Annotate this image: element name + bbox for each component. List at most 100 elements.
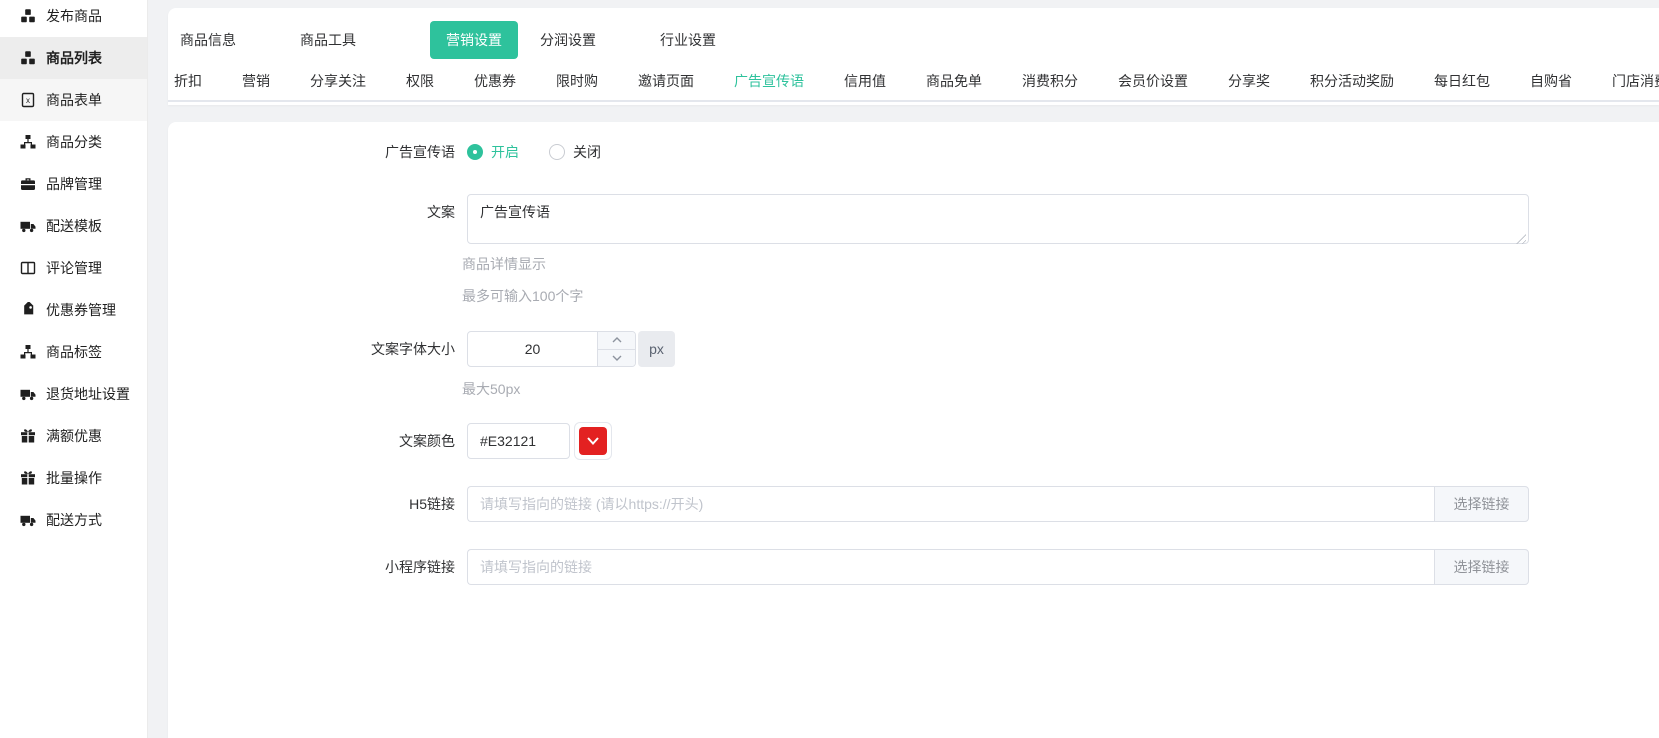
radio-label: 关闭 [573,142,601,162]
sidebar-item-10[interactable]: 退货地址设置 [0,373,147,415]
sub-tab-16[interactable]: 自购省 [1530,71,1572,100]
sub-tab-15[interactable]: 每日红包 [1434,71,1490,100]
sub-tab-9[interactable]: 信用值 [844,71,886,100]
tab-active-button[interactable]: 营销设置 [430,21,518,59]
sidebar-item-label: 发布商品 [46,6,102,26]
radio-icon [549,144,565,160]
sidebar-item-6[interactable]: 配送模板 [0,205,147,247]
sub-tab-1[interactable]: 折扣 [174,71,202,100]
main-tab-2[interactable]: 商品工具 [300,30,420,50]
copy-textarea[interactable]: 广告宣传语 [467,194,1529,244]
main-tab-1[interactable]: 商品信息 [180,30,300,50]
color-swatch [579,427,607,455]
sub-tab-10[interactable]: 商品免单 [926,71,982,100]
sidebar-item-5[interactable]: 品牌管理 [0,163,147,205]
sidebar-item-4[interactable]: 商品分类 [0,121,147,163]
slogan-radio-1[interactable]: 开启 [467,142,519,162]
font-size-stepper: 20 [467,331,636,367]
form-panel: 广告宣传语 开启 关闭 文案 广告宣传语 商品详情显示 最多可输入100个字 文案… [168,122,1659,738]
slogan-switch-row: 广告宣传语 开启 关闭 [168,138,1529,166]
truck-icon [20,218,36,234]
sidebar-item-label: 商品标签 [46,342,102,362]
sidebar-item-9[interactable]: 商品标签 [0,331,147,373]
unit-suffix: px [638,331,675,367]
sub-tab-7[interactable]: 邀请页面 [638,71,694,100]
sub-tab-6[interactable]: 限时购 [556,71,598,100]
font-size-help: 最大50px [462,379,520,399]
sidebar: 发布商品商品列表 x 商品表单商品分类品牌管理配送模板评论管理优惠券管理商品标签退货… [0,0,148,738]
chevron-up-icon [612,337,622,343]
sidebar-menu: 发布商品商品列表 x 商品表单商品分类品牌管理配送模板评论管理优惠券管理商品标签退货… [0,0,147,541]
sub-tab-4[interactable]: 权限 [406,71,434,100]
sidebar-item-label: 商品分类 [46,132,102,152]
sidebar-item-7[interactable]: 评论管理 [0,247,147,289]
file-x-icon: x [20,92,36,108]
h5-link-label: H5链接 [168,494,467,514]
gift-icon [20,428,36,444]
truck-icon [20,386,36,402]
color-label: 文案颜色 [168,431,467,451]
radio-icon [467,144,483,160]
slogan-radio-group: 开启 关闭 [467,142,601,162]
slogan-switch-label: 广告宣传语 [168,142,467,162]
miniprogram-select-link-button[interactable]: 选择链接 [1434,549,1529,585]
sidebar-item-3[interactable]: x 商品表单 [0,79,147,121]
chevron-down-icon [612,355,622,361]
svg-text:x: x [26,96,30,105]
color-value-input[interactable] [467,423,570,459]
sidebar-item-1[interactable]: 发布商品 [0,0,147,37]
sidebar-item-label: 满额优惠 [46,426,102,446]
miniprogram-link-input[interactable] [467,549,1434,585]
h5-link-input[interactable] [467,486,1434,522]
sub-tab-2[interactable]: 营销 [242,71,270,100]
sub-tab-5[interactable]: 优惠券 [474,71,516,100]
sidebar-item-13[interactable]: 配送方式 [0,499,147,541]
sub-tab-14[interactable]: 积分活动奖励 [1310,71,1394,100]
sidebar-item-label: 退货地址设置 [46,384,130,404]
h5-link-row: H5链接 选择链接 [168,486,1529,522]
sidebar-item-8[interactable]: 优惠券管理 [0,289,147,331]
chevron-down-icon [587,437,599,445]
cubes-icon [20,8,36,24]
main-tab-5[interactable]: 行业设置 [660,30,780,50]
sidebar-item-label: 商品表单 [46,90,102,110]
step-up-button[interactable] [598,332,635,349]
sidebar-item-label: 配送模板 [46,216,102,236]
gift-icon [20,470,36,486]
copy-text-row: 文案 广告宣传语 [168,194,1529,247]
main-tab-3[interactable]: 营销设置 [420,21,540,59]
miniprogram-link-label: 小程序链接 [168,557,467,577]
sub-tab-3[interactable]: 分享关注 [310,71,366,100]
sidebar-item-label: 批量操作 [46,468,102,488]
step-down-button[interactable] [598,349,635,367]
sidebar-item-11[interactable]: 满额优惠 [0,415,147,457]
radio-label: 开启 [491,142,519,162]
sub-tab-12[interactable]: 会员价设置 [1118,71,1188,100]
sub-tab-11[interactable]: 消费积分 [1022,71,1078,100]
sub-tab-13[interactable]: 分享奖 [1228,71,1270,100]
copy-help-maxlen: 最多可输入100个字 [462,286,583,306]
color-row: 文案颜色 [168,422,1529,460]
sidebar-item-label: 优惠券管理 [46,300,116,320]
sub-tab-17[interactable]: 门店消费 [1612,71,1659,100]
copy-text-label: 文案 [168,194,467,222]
sub-tab-8[interactable]: 广告宣传语 [734,71,804,100]
color-picker-trigger[interactable] [574,422,612,460]
sub-tabs: 折扣 营销 分享关注 权限 优惠券 限时购 邀请页面 广告宣传语 信用值 商品免单 消费积分 会员价设… [168,71,1659,102]
h5-select-link-button[interactable]: 选择链接 [1434,486,1529,522]
main-tab-4[interactable]: 分润设置 [540,30,660,50]
main-tabs: 商品信息商品工具营销设置 分润设置行业设置 [168,22,1659,58]
slogan-radio-2[interactable]: 关闭 [549,142,601,162]
copy-help-display: 商品详情显示 [462,254,546,274]
sidebar-item-2[interactable]: 商品列表 [0,37,147,79]
sitemap-icon [20,344,36,360]
font-size-value[interactable]: 20 [468,332,597,366]
sitemap-icon [20,134,36,150]
briefcase-icon [20,176,36,192]
sidebar-item-label: 配送方式 [46,510,102,530]
sidebar-item-label: 评论管理 [46,258,102,278]
stepper-buttons [597,332,635,366]
sidebar-item-label: 商品列表 [46,48,102,68]
miniprogram-link-row: 小程序链接 选择链接 [168,549,1529,585]
sidebar-item-12[interactable]: 批量操作 [0,457,147,499]
